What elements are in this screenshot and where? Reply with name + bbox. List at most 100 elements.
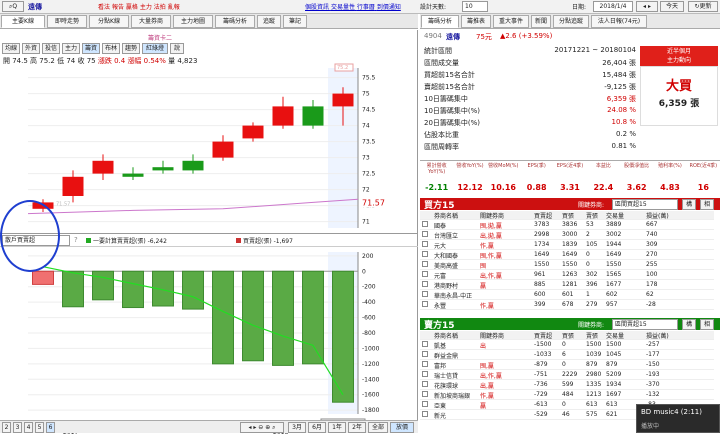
row-checkbox[interactable]: [422, 271, 428, 277]
info-link-2[interactable]: 交易量性: [331, 4, 355, 11]
rtab-events[interactable]: 重大事件: [493, 15, 529, 28]
rtab-institution[interactable]: 法人日報(74元): [591, 15, 647, 28]
row-checkbox[interactable]: [422, 391, 428, 397]
table-row[interactable]: 永豐 作,贏 399 678 279 957 -28: [420, 301, 714, 310]
sell-btn-a[interactable]: 構: [682, 319, 696, 330]
table-row[interactable]: 元大 作,贏 1734 1839 105 1944 309: [420, 241, 714, 250]
date-input[interactable]: 2018/1/4: [593, 1, 633, 12]
rtab-branch[interactable]: 分點追蹤: [553, 15, 589, 28]
page-2[interactable]: 2: [2, 422, 11, 433]
table-row[interactable]: 國泰 囤,拋,贏 3783 3836 53 3889 667: [420, 221, 714, 230]
table-row[interactable]: 港商野村 贏 885 1281 396 1677 178: [420, 281, 714, 290]
buy-select[interactable]: 區間買超15: [612, 199, 678, 210]
tab-big-broker[interactable]: 大量券商: [131, 15, 171, 28]
table-row[interactable]: 群益金鼎 -1033 6 1039 1045 -177: [420, 351, 714, 360]
col-header[interactable]: 關鍵券商: [480, 211, 504, 220]
row-checkbox[interactable]: [422, 351, 428, 357]
tab-chip-analysis[interactable]: 籌碼分析: [215, 15, 255, 28]
rtab-table[interactable]: 籌推表: [461, 15, 491, 28]
row-checkbox[interactable]: [422, 411, 428, 417]
table-row[interactable]: 大和國泰 囤,作,贏 1649 1649 0 1649 270: [420, 251, 714, 260]
media-popup[interactable]: BD music4 (2:11) 播放中: [636, 404, 720, 433]
link-win[interactable]: 贏格: [126, 4, 138, 11]
zoom-6m[interactable]: 6月: [308, 422, 326, 433]
tab-main-map[interactable]: 主力地圖: [173, 15, 213, 28]
table-row[interactable]: 凱基 出 -1500 0 1500 1500 -257: [420, 341, 714, 350]
table-row[interactable]: 瑞士信貸 出,作,贏 -751 2229 2980 5209 -193: [420, 371, 714, 380]
zoom-2y[interactable]: 2年: [348, 422, 366, 433]
top-links[interactable]: 看法 報告 贏格 主力 法拍 亂報: [98, 2, 180, 11]
col-header[interactable]: 買賣超: [534, 211, 552, 220]
col-header[interactable]: 券商名稱: [434, 211, 458, 220]
tab-branch-k[interactable]: 分點K線: [89, 15, 129, 28]
col-header[interactable]: 賣張: [586, 331, 598, 340]
row-checkbox[interactable]: [422, 301, 428, 307]
row-checkbox[interactable]: [422, 291, 428, 297]
prev-next-buttons[interactable]: ◂ ▸: [636, 1, 658, 12]
col-header[interactable]: 關鍵券商: [480, 331, 504, 340]
col-header[interactable]: 損益(萬): [646, 331, 669, 340]
link-main[interactable]: 主力: [140, 4, 152, 11]
zoom-controls[interactable]: ◂ ▸ ⊖ ⊕ ⌕: [240, 422, 284, 433]
page-3[interactable]: 3: [13, 422, 22, 433]
tab-main-k[interactable]: 主要K線: [1, 15, 45, 28]
table-cell: 1550: [606, 261, 622, 268]
calc-days-select[interactable]: 10: [462, 1, 488, 12]
tab-track[interactable]: 追蹤: [257, 15, 281, 28]
table-row[interactable]: 華南永昌-中正 600 601 1 602 62: [420, 291, 714, 300]
row-checkbox[interactable]: [422, 381, 428, 387]
moving-average-line: [27, 198, 359, 215]
zoom-price[interactable]: 放價: [390, 422, 414, 433]
row-checkbox[interactable]: [422, 401, 428, 407]
page-6[interactable]: 6: [46, 422, 55, 433]
page-5[interactable]: 5: [35, 422, 44, 433]
info-link-3[interactable]: 行事曆: [357, 4, 375, 11]
link-report[interactable]: 報告: [112, 4, 124, 11]
table-row[interactable]: 元富 出,作,贏 961 1263 302 1565 100: [420, 271, 714, 280]
buy-btn-a[interactable]: 構: [682, 199, 696, 210]
info-link-1[interactable]: 個股資訊: [305, 4, 329, 11]
zoom-all[interactable]: 全部: [368, 422, 388, 433]
today-button[interactable]: 今天: [660, 1, 684, 12]
zoom-1y[interactable]: 1年: [328, 422, 346, 433]
sell-btn-b[interactable]: 相: [700, 319, 714, 330]
rtab-chip[interactable]: 籌碼分析: [421, 15, 459, 28]
table-row[interactable]: 美商高盛 囤 1550 1550 0 1550 255: [420, 261, 714, 270]
rtab-news[interactable]: 新聞: [531, 15, 551, 28]
col-header[interactable]: 買張: [562, 211, 574, 220]
update-button[interactable]: ↻更新: [688, 1, 718, 12]
col-header[interactable]: 券商名稱: [434, 331, 458, 340]
info-link-4[interactable]: 到價通知: [377, 4, 401, 11]
page-4[interactable]: 4: [24, 422, 33, 433]
col-header[interactable]: 交易量: [606, 211, 624, 220]
buy-btn-b[interactable]: 相: [700, 199, 714, 210]
col-header[interactable]: 賣張: [586, 211, 598, 220]
col-header[interactable]: 損益(萬): [646, 211, 669, 220]
tab-realtime[interactable]: 即時走勢: [47, 15, 87, 28]
info-links[interactable]: 個股資訊 交易量性 行事曆 到價通知: [305, 2, 401, 11]
row-checkbox[interactable]: [422, 341, 428, 347]
table-row[interactable]: 富邦 囤,贏 -879 0 879 879 -150: [420, 361, 714, 370]
stat-value: 0.2 %: [615, 130, 636, 138]
row-checkbox[interactable]: [422, 251, 428, 257]
table-row[interactable]: 花旗環球 出,贏 -736 599 1335 1934 -370: [420, 381, 714, 390]
zoom-3m[interactable]: 3月: [288, 422, 306, 433]
row-checkbox[interactable]: [422, 361, 428, 367]
row-checkbox[interactable]: [422, 261, 428, 267]
row-checkbox[interactable]: [422, 281, 428, 287]
link-chaos[interactable]: 亂報: [168, 4, 180, 11]
row-checkbox[interactable]: [422, 221, 428, 227]
tab-notes[interactable]: 筆記: [283, 15, 307, 28]
table-row[interactable]: 台灣匯立 出,拋,贏 2998 3000 2 3002 740: [420, 231, 714, 240]
search-button[interactable]: ⌕Q: [2, 1, 24, 12]
row-checkbox[interactable]: [422, 371, 428, 377]
col-header[interactable]: 買張: [562, 331, 574, 340]
link-law[interactable]: 法拍: [154, 4, 166, 11]
link-view[interactable]: 看法: [98, 4, 110, 11]
row-checkbox[interactable]: [422, 241, 428, 247]
sell-select[interactable]: 區間賣超15: [612, 319, 678, 330]
table-row[interactable]: 新加坡商瑞銀 作,贏 -729 484 1213 1697 -132: [420, 391, 714, 400]
row-checkbox[interactable]: [422, 231, 428, 237]
col-header[interactable]: 買賣超: [534, 331, 552, 340]
col-header[interactable]: 交易量: [606, 331, 624, 340]
